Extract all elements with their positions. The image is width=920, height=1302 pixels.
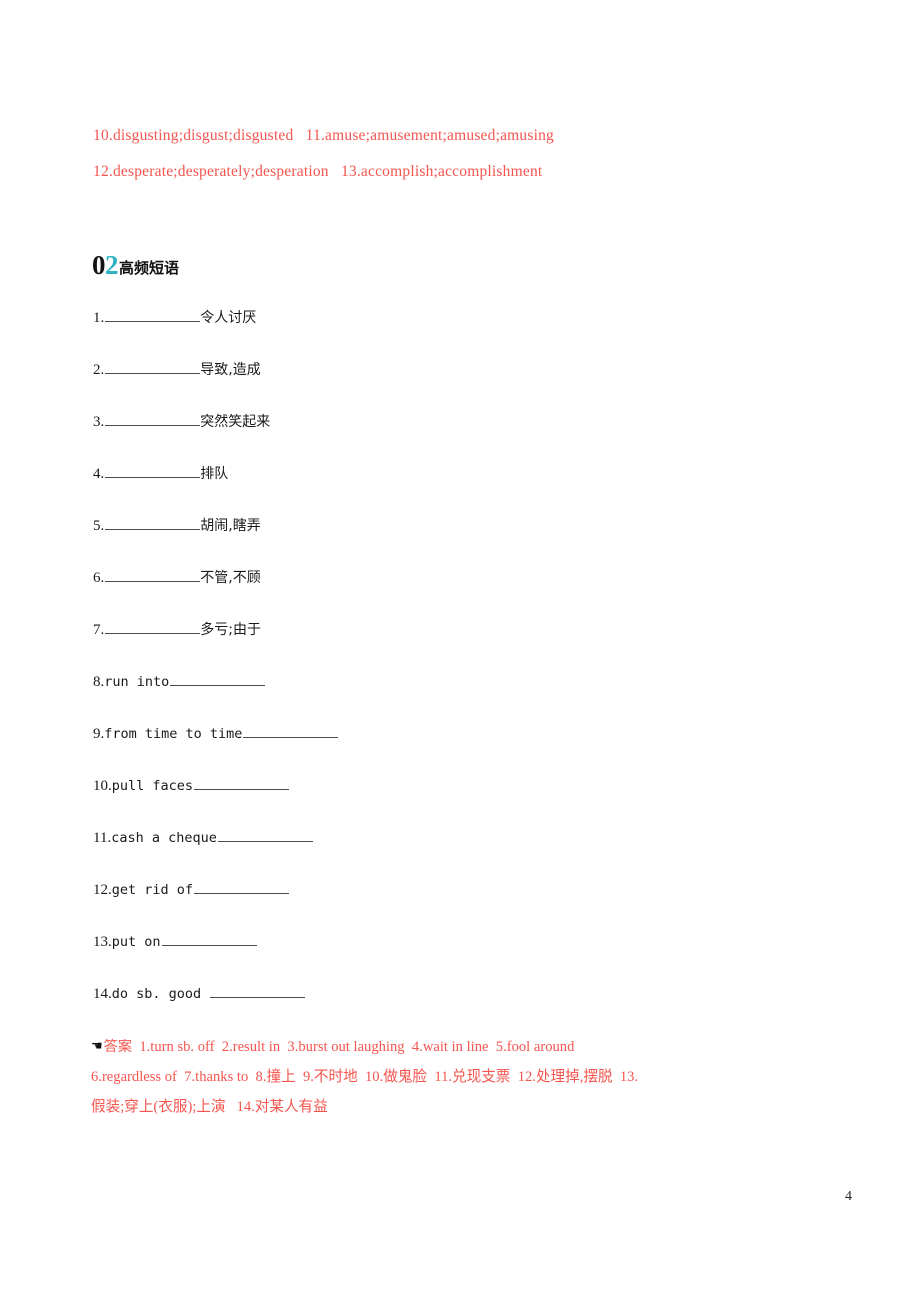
list-item: 13.put on bbox=[93, 932, 793, 984]
item-blank[interactable] bbox=[105, 516, 201, 530]
top-answer-line-1: 10.disgusting;disgust;disgusted 11.amuse… bbox=[93, 127, 555, 144]
item-blank[interactable] bbox=[217, 828, 313, 842]
item-english: run into bbox=[104, 674, 170, 690]
item-index: 12. bbox=[93, 882, 112, 898]
item-index: 13. bbox=[93, 934, 112, 950]
item-index: 7. bbox=[93, 622, 105, 638]
list-item: 14.do sb. good bbox=[93, 984, 793, 1036]
item-index: 3. bbox=[93, 414, 105, 430]
item-blank[interactable] bbox=[194, 776, 290, 790]
item-chinese: 令人讨厌 bbox=[200, 310, 257, 326]
item-chinese: 突然笑起来 bbox=[200, 414, 271, 430]
item-index: 4. bbox=[93, 466, 105, 482]
section-title: 高频短语 bbox=[119, 259, 180, 277]
item-blank[interactable] bbox=[210, 984, 306, 998]
item-english: from time to time bbox=[104, 726, 243, 742]
item-blank[interactable] bbox=[170, 672, 266, 686]
item-index: 2. bbox=[93, 362, 105, 378]
item-blank[interactable] bbox=[105, 308, 201, 322]
item-blank[interactable] bbox=[105, 412, 201, 426]
item-chinese: 多亏;由于 bbox=[200, 622, 261, 638]
answer-key-line-3: 假装;穿上(衣服);上演 14.对某人有益 bbox=[91, 1099, 328, 1115]
list-item: 5. 胡闹,瞎弄 bbox=[93, 516, 793, 568]
item-blank[interactable] bbox=[105, 620, 201, 634]
phrase-list: 1. 令人讨厌 2. 导致,造成 3. 突然笑起来 4. 排队 5. 胡闹,瞎弄 6. 不管… bbox=[93, 308, 793, 1036]
item-chinese: 不管,不顾 bbox=[200, 570, 261, 586]
item-index: 8. bbox=[93, 674, 105, 690]
item-english: pull faces bbox=[111, 778, 194, 794]
item-blank[interactable] bbox=[105, 464, 201, 478]
top-answer-lines: 10.disgusting;disgust;disgusted 11.amuse… bbox=[93, 118, 853, 190]
list-item: 9.from time to time bbox=[93, 724, 793, 776]
section-number: 02 bbox=[92, 250, 119, 280]
list-item: 12.get rid of bbox=[93, 880, 793, 932]
item-chinese: 导致,造成 bbox=[200, 362, 261, 378]
section-number-digit-2: 2 bbox=[105, 250, 119, 280]
top-answer-line-2: 12.desperate;desperately;desperation 13.… bbox=[93, 163, 543, 180]
list-item: 4. 排队 bbox=[93, 464, 793, 516]
item-english: get rid of bbox=[111, 882, 194, 898]
section-number-digit-0: 0 bbox=[92, 250, 106, 280]
list-item: 10.pull faces bbox=[93, 776, 793, 828]
item-blank[interactable] bbox=[243, 724, 339, 738]
list-item: 8.run into bbox=[93, 672, 793, 724]
list-item: 6. 不管,不顾 bbox=[93, 568, 793, 620]
list-item: 7. 多亏;由于 bbox=[93, 620, 793, 672]
item-blank[interactable] bbox=[105, 568, 201, 582]
item-index: 1. bbox=[93, 310, 105, 326]
item-english: cash a cheque bbox=[111, 830, 217, 846]
item-chinese: 胡闹,瞎弄 bbox=[200, 518, 261, 534]
list-item: 2. 导致,造成 bbox=[93, 360, 793, 412]
item-index: 5. bbox=[93, 518, 105, 534]
answer-key-text-1: 1.turn sb. off 2.result in 3.burst out l… bbox=[132, 1039, 575, 1055]
answer-key-block: ☚答案 1.turn sb. off 2.result in 3.burst o… bbox=[91, 1032, 836, 1122]
item-blank[interactable] bbox=[194, 880, 290, 894]
list-item: 11.cash a cheque bbox=[93, 828, 793, 880]
item-blank[interactable] bbox=[161, 932, 257, 946]
list-item: 1. 令人讨厌 bbox=[93, 308, 793, 360]
item-index: 14. bbox=[93, 986, 112, 1002]
flag-bullet-icon: ☚ bbox=[91, 1038, 103, 1053]
item-blank[interactable] bbox=[105, 360, 201, 374]
list-item: 3. 突然笑起来 bbox=[93, 412, 793, 464]
item-english: put on bbox=[111, 934, 161, 950]
section-heading: 02 高频短语 bbox=[92, 252, 179, 279]
item-index: 11. bbox=[93, 830, 112, 846]
item-index: 9. bbox=[93, 726, 105, 742]
answer-key-label: 答案 bbox=[103, 1039, 133, 1055]
answer-key-line-2: 6.regardless of 7.thanks to 8.撞上 9.不时地 1… bbox=[91, 1069, 639, 1085]
document-page: 10.disgusting;disgust;disgusted 11.amuse… bbox=[0, 0, 920, 1302]
item-chinese: 排队 bbox=[200, 466, 229, 482]
answer-key-line-1: ☚答案 1.turn sb. off 2.result in 3.burst o… bbox=[91, 1032, 836, 1062]
item-index: 10. bbox=[93, 778, 112, 794]
item-english: do sb. good bbox=[111, 986, 202, 1002]
item-index: 6. bbox=[93, 570, 105, 586]
page-number: 4 bbox=[845, 1189, 852, 1204]
